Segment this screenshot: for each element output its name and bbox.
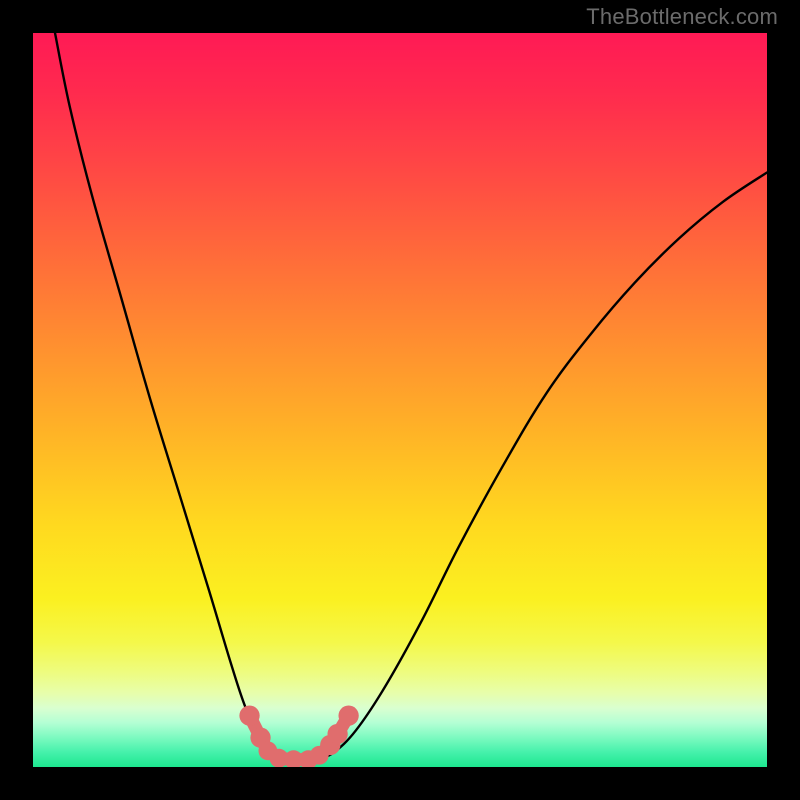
plot-area: [33, 33, 767, 767]
chart-svg: [33, 33, 767, 767]
chart-frame: TheBottleneck.com: [0, 0, 800, 800]
marker-dot: [327, 724, 347, 744]
bottleneck-curve: [55, 33, 767, 760]
marker-dot: [338, 705, 358, 725]
watermark-text: TheBottleneck.com: [586, 4, 778, 30]
marker-dots: [239, 705, 358, 767]
marker-dot: [239, 705, 259, 725]
